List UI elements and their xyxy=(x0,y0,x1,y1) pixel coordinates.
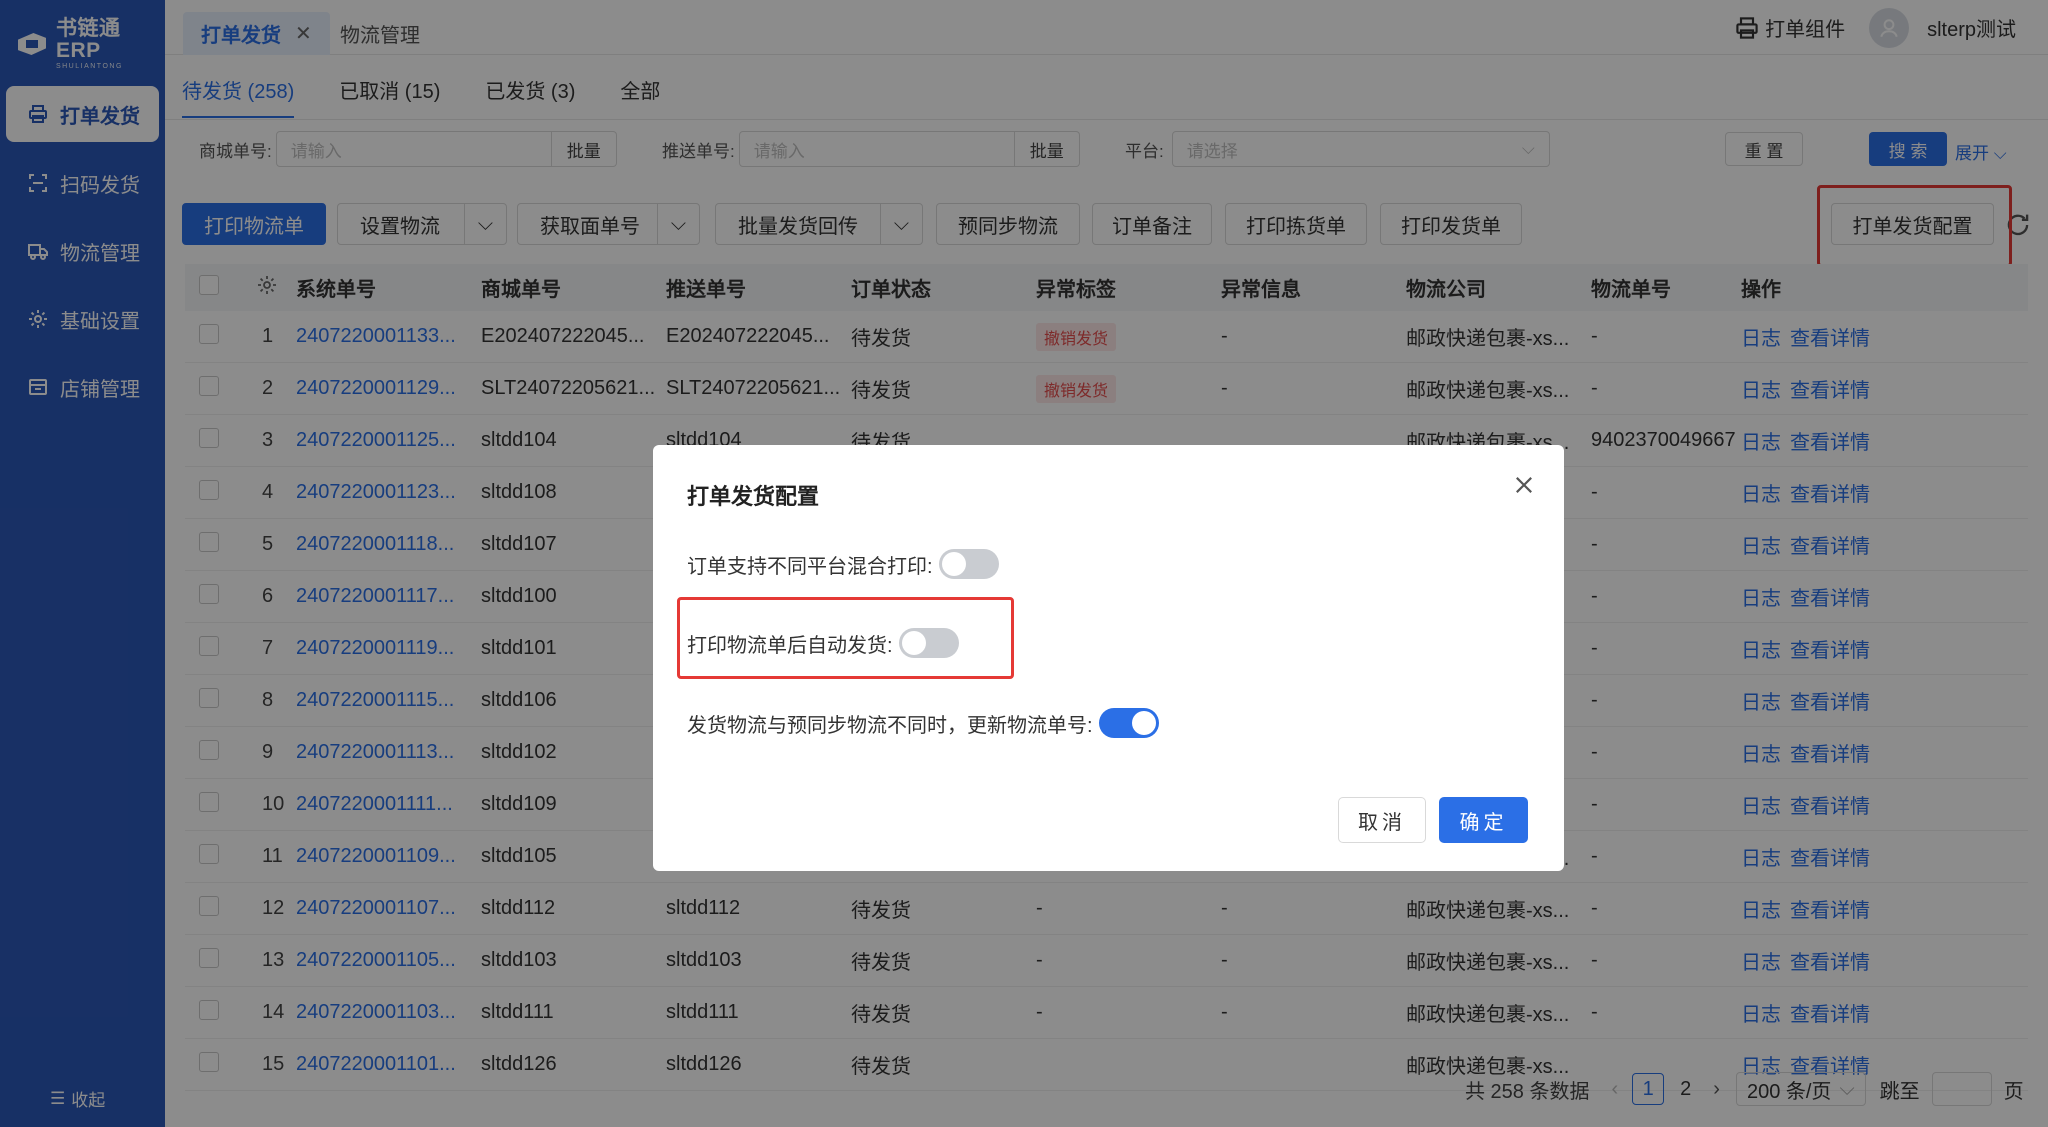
modal-title: 打单发货配置 xyxy=(687,484,820,509)
mixed-print-toggle[interactable] xyxy=(938,549,999,579)
update-waybill-toggle[interactable] xyxy=(1098,708,1159,738)
option-update-waybill: 发货物流与预同步物流不同时，更新物流单号: xyxy=(687,708,1159,738)
option-label: 订单支持不同平台混合打印: xyxy=(687,555,933,578)
auto-ship-highlight-box xyxy=(677,597,1014,679)
option-label: 发货物流与预同步物流不同时，更新物流单号: xyxy=(687,714,1093,737)
option-mixed-print: 订单支持不同平台混合打印: xyxy=(687,549,999,579)
cancel-button[interactable]: 取消 xyxy=(1338,797,1426,843)
confirm-button[interactable]: 确定 xyxy=(1439,797,1528,843)
close-icon[interactable] xyxy=(1512,473,1536,497)
